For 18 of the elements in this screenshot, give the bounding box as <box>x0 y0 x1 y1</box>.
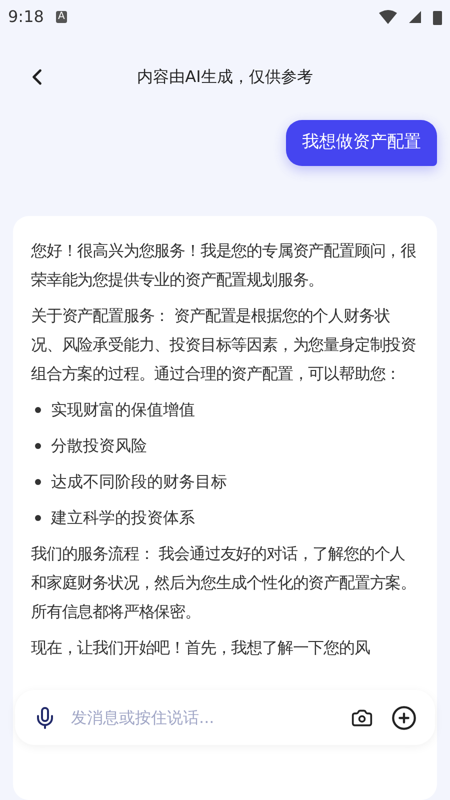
bullet-text: 实现财富的保值增值 <box>51 398 195 420</box>
add-icon <box>391 704 417 730</box>
message-input[interactable]: 发消息或按住说话... <box>71 706 337 730</box>
page-title: 内容由AI生成，仅供参考 <box>137 66 313 88</box>
reply-paragraph: 我们的服务流程： 我会通过友好的对话，了解您的个人和家庭财务状况，然后为您生成个性化的资产配置方案。所有信息都将严格保密。 <box>31 542 418 622</box>
message-input-bar[interactable]: 发消息或按住说话... <box>15 690 435 745</box>
wifi-icon <box>379 10 397 24</box>
battery-icon <box>433 10 442 24</box>
user-message-bubble: 我想做资产配置 <box>286 120 437 166</box>
signal-icon <box>409 11 421 23</box>
status-time: 9:18 <box>8 6 44 28</box>
reply-paragraph: 现在，让我们开始吧！首先，我想了解一下您的风 <box>31 636 371 658</box>
reply-paragraph: 您好！很高兴为您服务！我是您的专属资产配置顾问，很荣幸能为您提供专业的资产配置规划服务。 <box>31 240 418 290</box>
bullet-text: 建立科学的投资体系 <box>51 506 195 528</box>
notification-badge: A <box>56 11 67 23</box>
bullet-text: 达成不同阶段的财务目标 <box>51 470 227 492</box>
bullet-text: 分散投资风险 <box>51 434 147 456</box>
reply-paragraph: 关于资产配置服务： 资产配置是根据您的个人财务状况、风险承受能力、投资目标等因素，为您量身定制投资组合方案的过程。通过合理的资产配置，可以帮助您： <box>31 304 418 384</box>
